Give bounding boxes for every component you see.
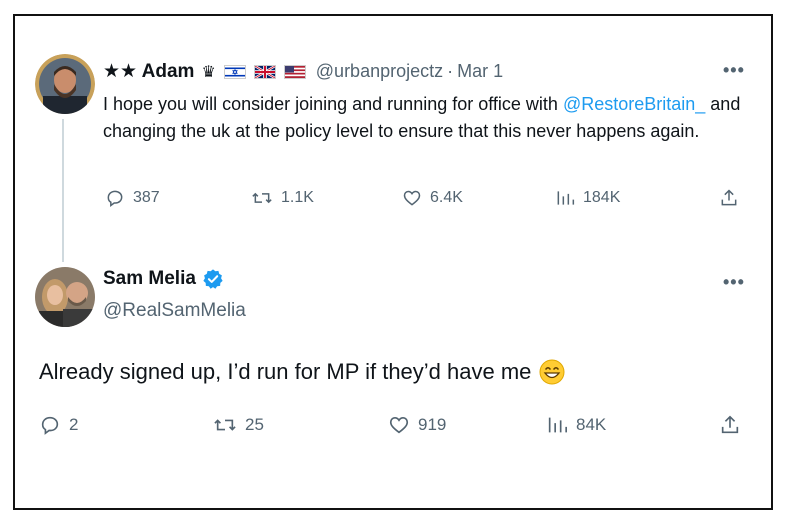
reply-count: 387 [133,189,160,206]
display-name[interactable]: Sam Melia [103,268,196,290]
repost-count: 1.1K [281,189,314,206]
like-count: 919 [418,415,447,434]
share-button[interactable] [719,414,741,436]
avatar-sam-melia[interactable] [35,267,95,327]
display-name[interactable]: ★★ Adam [103,60,194,83]
verified-badge-icon [203,269,223,289]
views-button[interactable]: 84K [546,414,606,436]
reply-count: 2 [69,415,79,434]
separator-dot: · [447,61,454,81]
screenshot-frame: ★★ Adam ♛ @urbanprojectz · Mar 1 ••• I h… [13,14,773,510]
tweet2-header: Sam Melia [103,268,224,290]
more-options-button[interactable]: ••• [723,60,745,81]
more-horizontal-icon: ••• [723,272,745,292]
thread-connector-line [62,119,64,262]
grinning-face-emoji [539,359,565,385]
tweet2-text: Already signed up, I’d run for MP if the… [39,359,565,385]
heart-icon [403,190,421,206]
bar-chart-icon [557,191,575,205]
username[interactable]: @urbanprojectz [316,61,443,82]
views-button[interactable]: 184K [555,188,620,208]
more-horizontal-icon: ••• [723,60,745,80]
avatar-adam[interactable] [35,54,95,114]
like-button[interactable]: 6.4K [402,188,463,208]
share-button[interactable] [719,188,739,208]
like-button[interactable]: 919 [388,414,446,436]
us-flag-icon [283,64,306,79]
repost-button[interactable]: 25 [213,414,264,436]
mention-link[interactable]: @RestoreBritain_ [563,94,705,114]
tweet1-header: ★★ Adam ♛ @urbanprojectz · Mar 1 [103,60,503,83]
repost-icon [214,419,236,431]
view-count: 84K [576,415,607,434]
uk-flag-icon [253,64,276,79]
more-options-button[interactable]: ••• [723,272,745,293]
reply-icon [107,190,123,207]
timestamp[interactable]: Mar 1 [457,61,503,82]
username[interactable]: @RealSamMelia [103,300,246,322]
share-icon [721,415,739,434]
reply-icon [41,416,59,435]
tweet-text: Already signed up, I’d run for MP if the… [39,359,532,384]
reply-button[interactable]: 387 [105,188,160,208]
bar-chart-icon [548,417,567,433]
repost-count: 25 [245,415,264,434]
view-count: 184K [583,189,621,206]
tweet1-text: I hope you will consider joining and run… [103,91,763,145]
like-count: 6.4K [430,189,463,206]
heart-icon [389,417,409,434]
israel-flag-icon [223,64,246,79]
tweet-text-part: I hope you will consider joining and run… [103,94,563,114]
repost-icon [252,192,272,204]
reply-button[interactable]: 2 [39,414,78,436]
share-icon [721,189,737,206]
repost-button[interactable]: 1.1K [251,188,314,208]
chess-piece-icon: ♛ [201,63,216,81]
